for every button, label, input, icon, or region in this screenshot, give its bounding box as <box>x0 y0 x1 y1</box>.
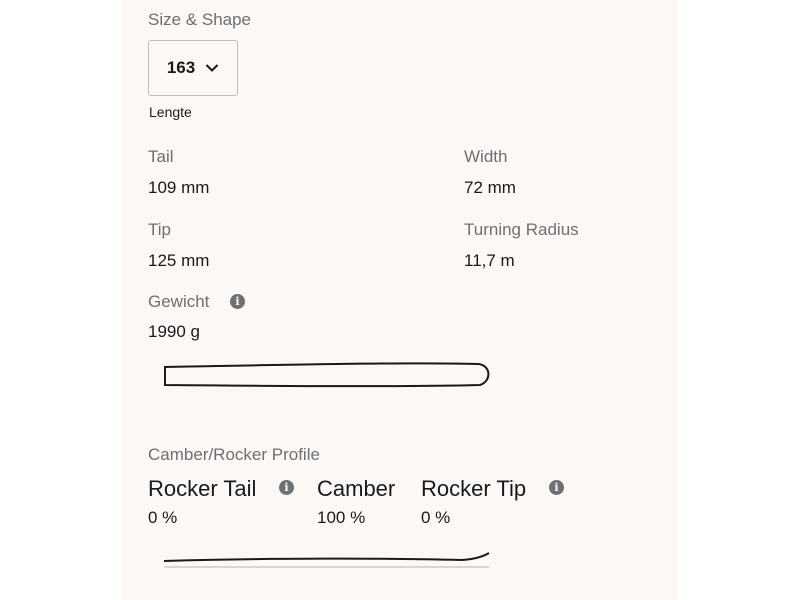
camber-profile-outline <box>163 552 490 568</box>
size-shape-heading: Size & Shape <box>148 10 252 29</box>
ski-shape-outline <box>164 362 490 388</box>
chevron-down-icon <box>205 64 219 72</box>
width-label: Width <box>464 147 508 166</box>
camber-rocker-heading: Camber/Rocker Profile <box>148 445 320 464</box>
rocker-tail-info-icon[interactable]: i <box>279 480 294 495</box>
rocker-tip-label: Rocker Tip <box>421 476 527 501</box>
tail-label: Tail <box>148 147 174 166</box>
tip-label: Tip <box>148 220 171 239</box>
turning-radius-label: Turning Radius <box>464 220 579 239</box>
camber-label: Camber <box>317 476 396 501</box>
tip-value: 125 mm <box>148 251 210 270</box>
weight-value: 1990 g <box>148 322 200 341</box>
tail-value: 109 mm <box>148 178 210 197</box>
weight-info-icon[interactable]: i <box>230 294 245 309</box>
length-caption: Lengte <box>149 104 192 120</box>
rocker-tip-value: 0 % <box>421 508 451 527</box>
weight-label: Gewicht <box>148 292 210 311</box>
length-selected-value: 163 <box>166 58 196 77</box>
length-dropdown[interactable]: 163 <box>148 40 238 96</box>
rocker-tail-value: 0 % <box>148 508 178 527</box>
turning-radius-value: 11,7 m <box>464 251 515 270</box>
width-value: 72 mm <box>464 178 516 197</box>
rocker-tip-info-icon[interactable]: i <box>549 480 564 495</box>
rocker-tail-label: Rocker Tail <box>148 476 257 501</box>
camber-value: 100 % <box>317 508 366 527</box>
